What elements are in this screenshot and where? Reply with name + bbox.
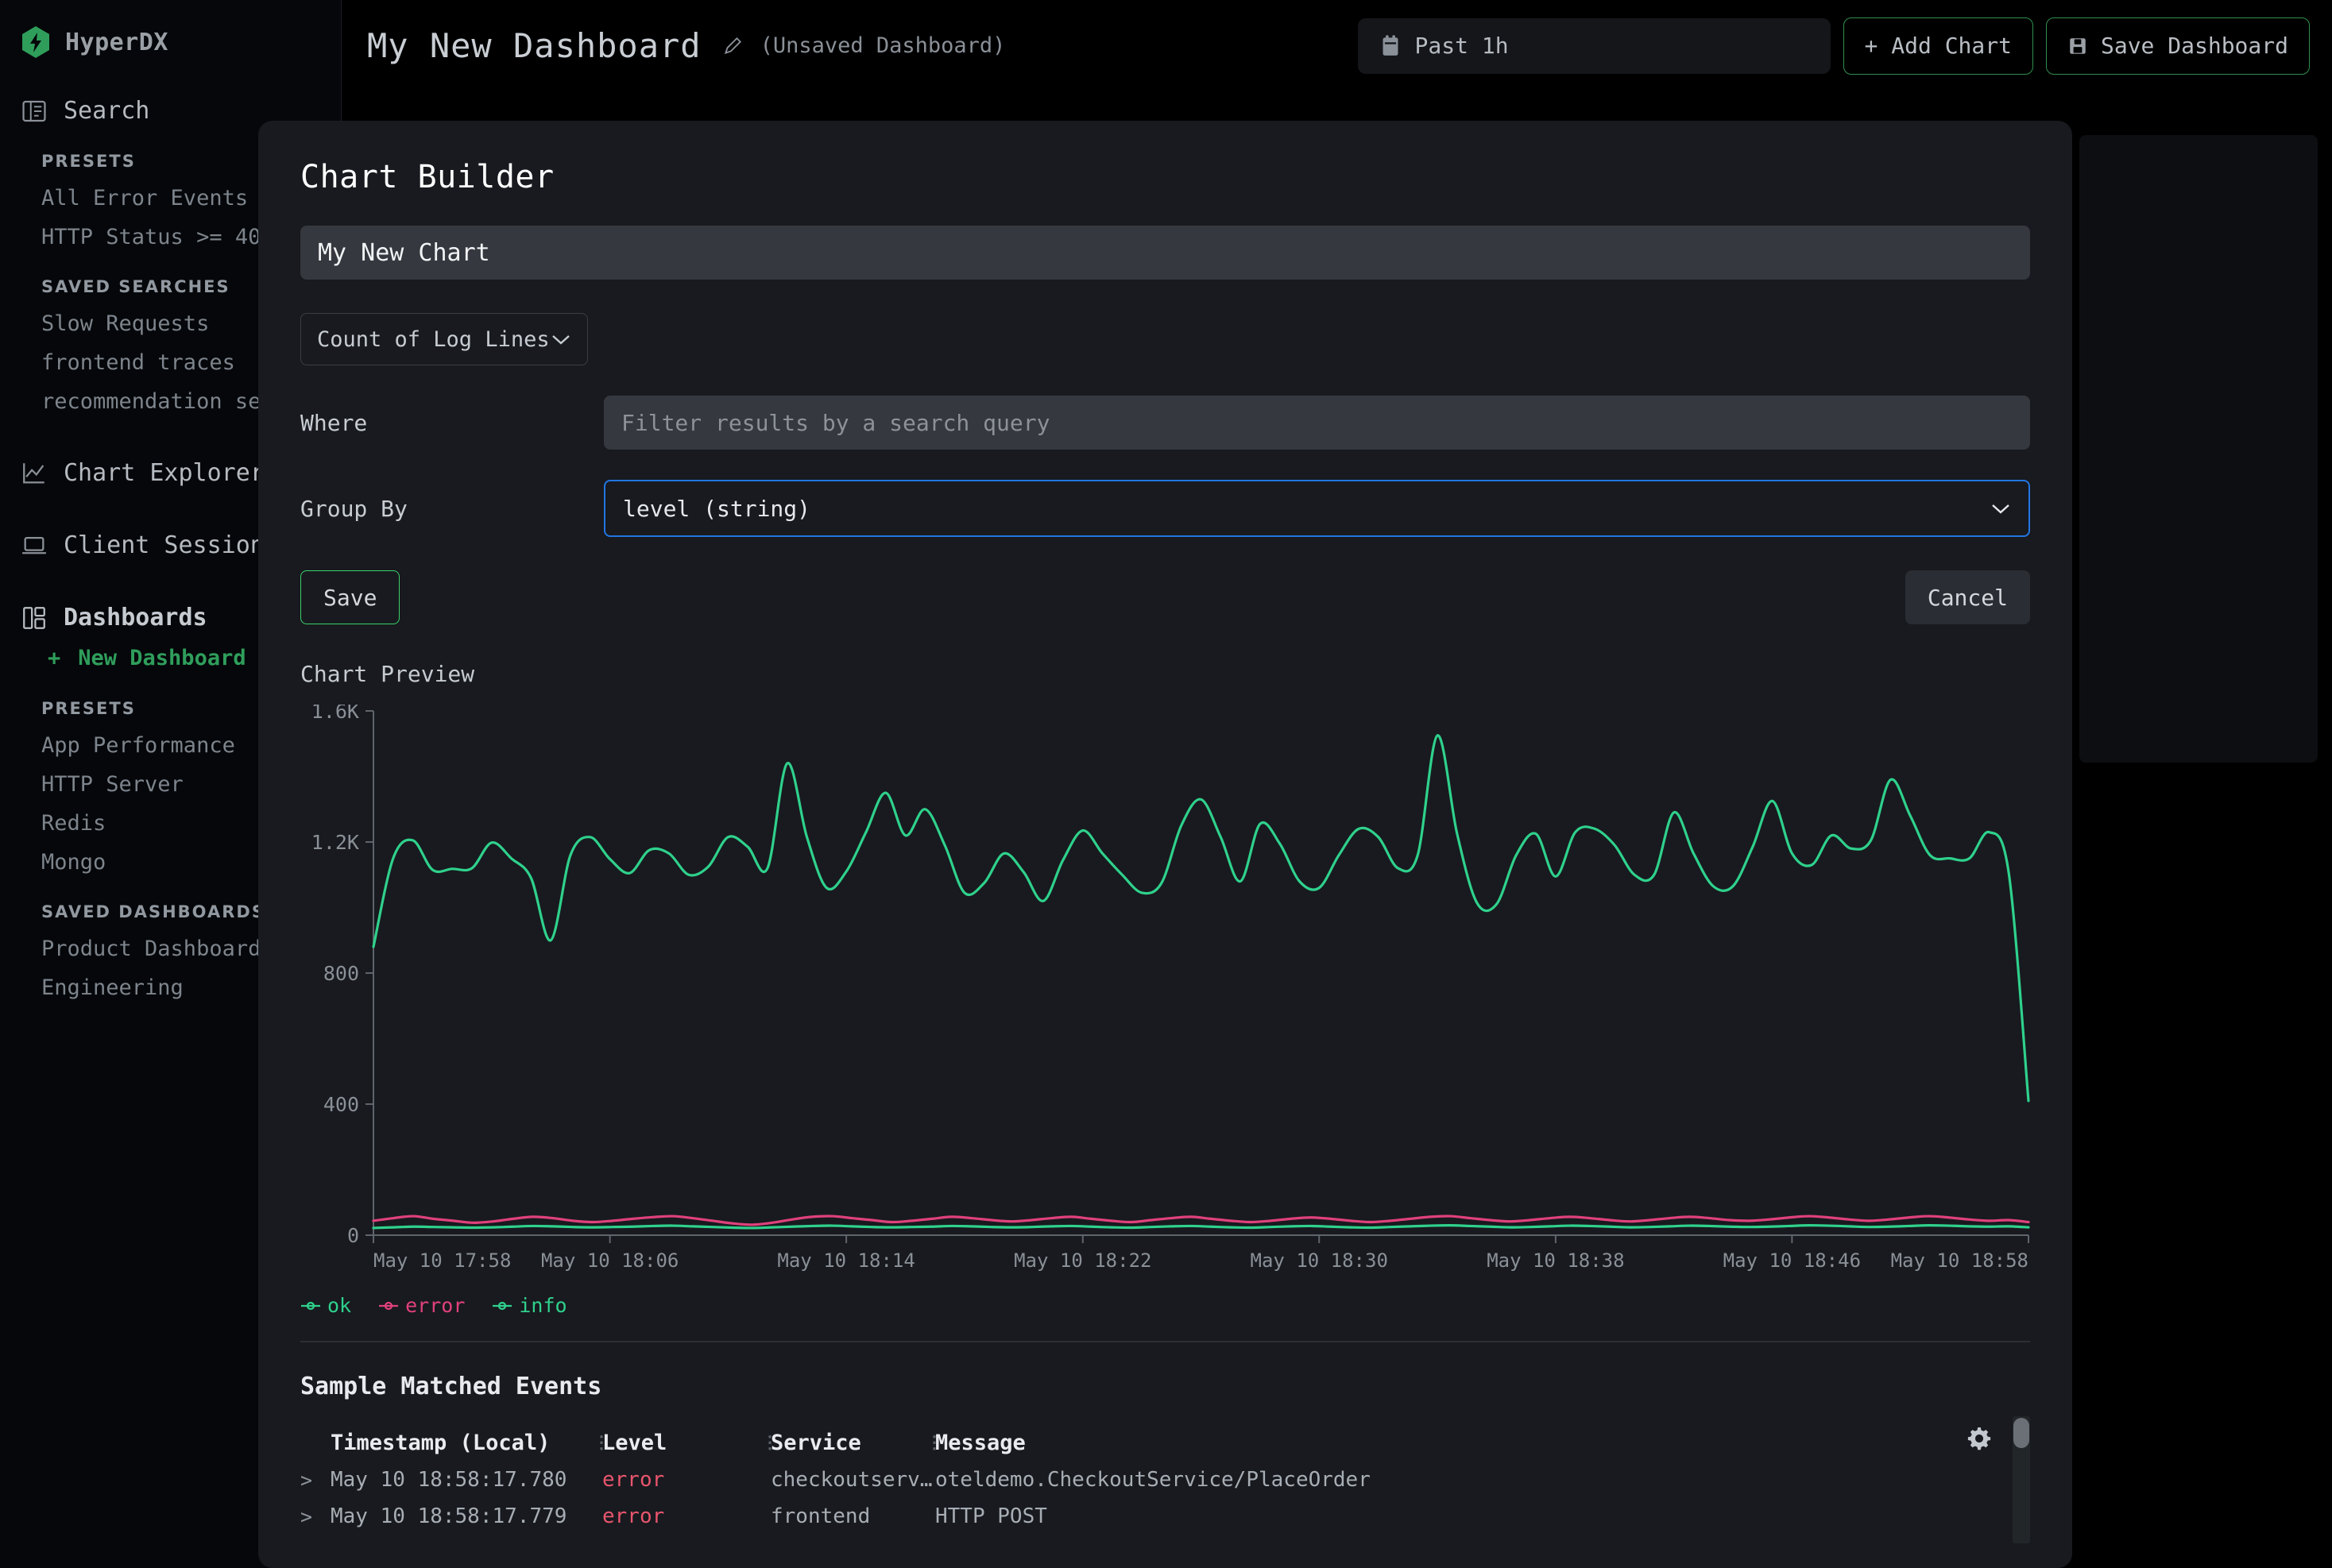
legend-label: error (405, 1294, 466, 1317)
svg-text:800: 800 (323, 962, 359, 985)
time-range-picker[interactable]: Past 1h (1357, 17, 1831, 74)
legend-item-info[interactable]: info (492, 1294, 567, 1317)
column-header-level[interactable]: Level (602, 1431, 761, 1455)
pencil-icon[interactable] (722, 36, 743, 56)
legend-marker-icon (379, 1301, 399, 1310)
chevron-down-icon (552, 335, 570, 345)
chart-preview: 0 400 800 1.2K 1.6K May 10 17:58 May 10 18:06 M… (300, 705, 2030, 1284)
topbar: My New Dashboard (Unsaved Dashboard) Pas… (342, 0, 2332, 91)
sidebar-item-search-label: Search (64, 97, 150, 125)
svg-text:May 10 18:22: May 10 18:22 (1014, 1249, 1151, 1272)
brand[interactable]: HyperDX (0, 0, 341, 59)
cell-message: HTTP POST (935, 1504, 1047, 1528)
add-chart-button[interactable]: + Add Chart (1843, 17, 2033, 75)
cell-service: frontend (771, 1504, 871, 1528)
page-title: My New Dashboard (367, 26, 702, 65)
chart-builder-title: Chart Builder (300, 159, 555, 195)
line-chart: 0 400 800 1.2K 1.6K May 10 17:58 May 10 18:06 M… (311, 705, 2030, 1272)
cell-service: checkoutserv… (771, 1468, 933, 1492)
metric-select[interactable]: Count of Log Lines (300, 313, 588, 365)
column-header-service[interactable]: Service (771, 1431, 926, 1455)
floppy-save-icon (2070, 37, 2086, 54)
cell-timestamp: May 10 18:58:17.780 (331, 1468, 567, 1492)
legend-marker-icon (301, 1301, 320, 1310)
svg-text:May 10 18:30: May 10 18:30 (1251, 1249, 1388, 1272)
save-button[interactable]: Save (300, 570, 400, 624)
svg-text:May 10 18:14: May 10 18:14 (777, 1249, 915, 1272)
chart-builder-modal: Chart Builder My New Chart Count of Log … (258, 121, 2072, 1568)
table-row[interactable]: > May 10 18:58:17.780 error checkoutserv… (300, 1455, 2030, 1492)
events-scrollbar-thumb[interactable] (2013, 1418, 2029, 1448)
cancel-button[interactable]: Cancel (1905, 570, 2030, 624)
chart-legend: ok error info (300, 1294, 2030, 1317)
sidebar-item-client-sessions-label: Client Sessions (64, 531, 279, 559)
row-expand-caret-icon[interactable]: > (300, 1505, 331, 1528)
column-grip-icon[interactable]: ⋮ (761, 1434, 779, 1452)
svg-text:May 10 18:38: May 10 18:38 (1487, 1249, 1624, 1272)
cell-timestamp: May 10 18:58:17.779 (331, 1504, 567, 1528)
calendar-icon (1383, 34, 1398, 56)
save-dashboard-button[interactable]: Save Dashboard (2045, 17, 2310, 75)
sidebar-item-chart-explorer-label: Chart Explorer (64, 459, 265, 487)
gear-icon[interactable] (1967, 1426, 1992, 1451)
group-by-row: Group By level (string) (300, 480, 2030, 537)
legend-item-error[interactable]: error (378, 1294, 465, 1317)
where-row: Where Filter results by a search query (300, 396, 2030, 450)
svg-text:0: 0 (347, 1224, 359, 1247)
svg-text:1.6K: 1.6K (311, 705, 359, 723)
chevron-down-icon (1992, 504, 2009, 514)
legend-label: ok (327, 1294, 352, 1317)
laptop-icon (22, 536, 46, 554)
background-dashboard-panel (2079, 135, 2318, 763)
section-divider (300, 1341, 2030, 1342)
table-header-row: Timestamp (Local) ⋮ Level ⋮ Service ⋮ Me… (300, 1431, 2030, 1455)
add-chart-label: + Add Chart (1864, 33, 2012, 59)
cell-message: oteldemo.CheckoutService/PlaceOrder (935, 1468, 1371, 1492)
time-range-value: Past 1h (1414, 33, 1509, 59)
chart-name-input[interactable]: My New Chart (300, 226, 2030, 280)
svg-text:400: 400 (323, 1093, 359, 1116)
sidebar-item-new-dashboard-label: New Dashboard (78, 646, 246, 670)
plus-icon: + (48, 646, 61, 670)
sidebar-item-dashboards-label: Dashboards (64, 604, 207, 631)
column-grip-icon[interactable]: ⋮ (593, 1434, 610, 1452)
row-expand-caret-icon[interactable]: > (300, 1469, 331, 1492)
cell-level: error (602, 1468, 665, 1492)
chart-preview-label: Chart Preview (300, 661, 475, 687)
svg-text:May 10 18:46: May 10 18:46 (1723, 1249, 1861, 1272)
svg-text:1.2K: 1.2K (311, 831, 359, 854)
sample-events-title: Sample Matched Events (300, 1373, 602, 1400)
events-scrollbar[interactable] (2013, 1416, 2030, 1543)
legend-item-ok[interactable]: ok (300, 1294, 351, 1317)
group-by-value: level (string) (623, 495, 811, 522)
document-search-icon (22, 100, 46, 122)
unsaved-note: (Unsaved Dashboard) (760, 33, 1006, 58)
column-header-message[interactable]: Message (935, 1431, 2030, 1455)
cell-level: error (602, 1504, 665, 1528)
modal-actions: Save Cancel (300, 570, 2030, 624)
svg-text:May 10 18:58: May 10 18:58 (1891, 1249, 2028, 1272)
table-row[interactable]: > May 10 18:58:17.779 error frontend HTT… (300, 1492, 2030, 1528)
dashboard-grid-icon (23, 606, 45, 629)
legend-label: info (519, 1294, 567, 1317)
line-chart-icon (23, 462, 44, 483)
sample-events-table: Timestamp (Local) ⋮ Level ⋮ Service ⋮ Me… (300, 1416, 2030, 1543)
app-root: HyperDX Search PRESETS All Error Events … (0, 0, 2332, 1568)
metric-select-value: Count of Log Lines (317, 326, 550, 352)
hexagon-bolt-icon (22, 26, 49, 58)
group-by-select[interactable]: level (string) (604, 480, 2030, 537)
brand-name: HyperDX (65, 28, 168, 56)
where-label: Where (300, 409, 368, 436)
where-input[interactable]: Filter results by a search query (604, 396, 2030, 450)
svg-text:May 10 18:06: May 10 18:06 (541, 1249, 679, 1272)
save-dashboard-label: Save Dashboard (2100, 33, 2288, 59)
column-grip-icon[interactable]: ⋮ (926, 1434, 943, 1452)
column-header-timestamp[interactable]: Timestamp (Local) (331, 1431, 593, 1455)
legend-marker-icon (493, 1301, 512, 1310)
group-by-label: Group By (300, 495, 408, 522)
svg-text:May 10 17:58: May 10 17:58 (373, 1249, 511, 1272)
